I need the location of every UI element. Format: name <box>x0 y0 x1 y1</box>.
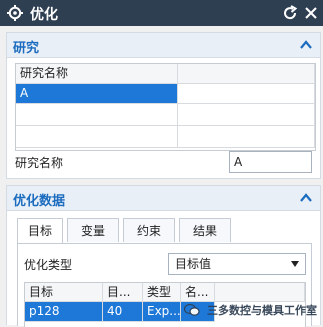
wechat-icon <box>184 303 200 316</box>
study-name-input[interactable]: A <box>229 151 312 173</box>
optimization-panel-header[interactable]: 优化数据 <box>7 186 320 211</box>
table-row[interactable]: p128 <box>25 302 103 322</box>
close-icon[interactable] <box>302 4 320 22</box>
watermark: 三多数控与模具工作室 <box>184 302 317 318</box>
study-panel: 研究 研究名称 A 研究名称 A <box>6 32 321 179</box>
type-cell[interactable]: Exp... <box>143 302 181 322</box>
optimization-section-title: 优化数据 <box>13 194 66 209</box>
study-table-header[interactable]: 研究名称 <box>16 64 178 84</box>
tab-results[interactable]: 结果 <box>179 218 231 242</box>
objective-col-header[interactable]: 目标 <box>25 283 103 302</box>
gear-icon <box>7 5 23 21</box>
table-cell-empty[interactable] <box>178 126 315 148</box>
study-table: 研究名称 A <box>15 63 316 151</box>
study-table-header-blank <box>178 64 315 84</box>
tab-strip: 目标 变量 约束 结果 <box>17 218 312 244</box>
blank-col-header <box>215 283 305 302</box>
optimization-type-select[interactable]: 目标值 <box>168 253 306 275</box>
refresh-icon[interactable] <box>281 4 299 22</box>
tab-variables[interactable]: 变量 <box>67 218 119 242</box>
table-cell-empty[interactable] <box>178 104 315 126</box>
name-col-header[interactable]: 名... <box>181 283 215 302</box>
watermark-text: 三多数控与模具工作室 <box>207 304 317 317</box>
study-panel-header[interactable]: 研究 <box>7 33 320 58</box>
window-title: 优化 <box>30 7 58 23</box>
table-row-empty[interactable] <box>16 104 178 126</box>
chevron-up-icon[interactable] <box>298 37 314 53</box>
table-cell-empty[interactable] <box>178 84 315 104</box>
optimization-type-label: 优化类型 <box>24 258 73 272</box>
study-name-label: 研究名称 <box>15 156 64 170</box>
tab-constraints[interactable]: 约束 <box>123 218 175 242</box>
target-col-header[interactable]: 目... <box>103 283 143 302</box>
chevron-up-icon[interactable] <box>298 190 314 206</box>
target-cell[interactable]: 40 <box>103 302 143 322</box>
title-bar: 优化 <box>0 0 323 26</box>
type-col-header[interactable]: 类型 <box>143 283 181 302</box>
tab-objective[interactable]: 目标 <box>17 218 63 243</box>
table-row[interactable]: A <box>16 84 178 104</box>
table-row-empty[interactable] <box>16 126 178 148</box>
chevron-down-icon[interactable] <box>291 261 299 267</box>
study-section-title: 研究 <box>13 41 40 56</box>
optimization-type-value: 目标值 <box>175 257 212 271</box>
